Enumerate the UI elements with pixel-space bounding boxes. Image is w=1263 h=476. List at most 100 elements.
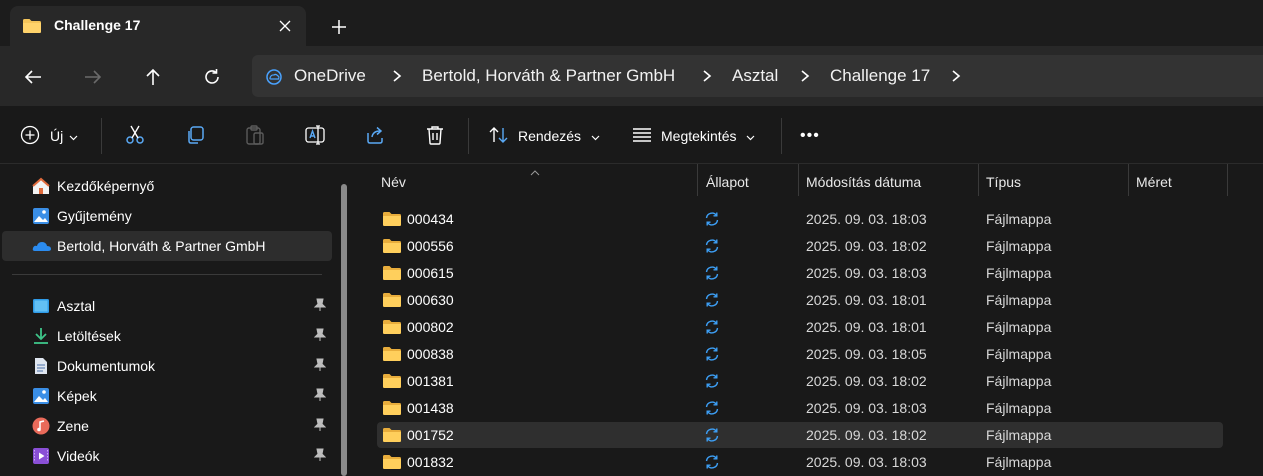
forward-button[interactable] (77, 61, 109, 93)
sort-ascending-icon (530, 163, 540, 179)
file-row[interactable]: 000802 2025. 09. 03. 18:01 Fájlmappa (377, 314, 1223, 340)
sync-pending-icon (704, 319, 720, 338)
column-header-type[interactable]: Típus (979, 164, 1128, 198)
sync-pending-icon (704, 292, 720, 311)
view-label: Megtekintés (661, 128, 737, 144)
breadcrumb-asztal[interactable]: Asztal (732, 66, 778, 86)
toolbar-divider (468, 118, 469, 154)
column-header-name[interactable]: Név (357, 164, 697, 198)
file-name: 000434 (407, 211, 454, 227)
folder-icon (382, 319, 402, 338)
sort-button[interactable]: Rendezés (488, 120, 600, 152)
view-list-icon (631, 126, 653, 147)
desktop-icon (32, 297, 50, 315)
address-bar[interactable]: OneDrive Bertold, Horváth & Partner GmbH… (252, 55, 1263, 97)
file-row[interactable]: 000556 2025. 09. 03. 18:02 Fájlmappa (377, 233, 1223, 259)
column-divider[interactable] (1227, 164, 1228, 196)
close-tab-icon[interactable] (272, 14, 298, 38)
sync-pending-icon (704, 211, 720, 230)
sidebar-item-downloads[interactable]: Letöltések (2, 321, 332, 351)
toolbar-divider (781, 118, 782, 154)
chevron-right-icon[interactable] (798, 67, 812, 85)
sidebar-scrollbar[interactable] (341, 184, 347, 476)
sidebar-item-label: Bertold, Horváth & Partner GmbH (57, 238, 266, 254)
new-tab-button[interactable] (322, 12, 356, 42)
home-icon (32, 177, 50, 195)
pin-icon[interactable] (313, 358, 328, 374)
up-button[interactable] (137, 61, 169, 93)
breadcrumb-onedrive[interactable]: OneDrive (294, 66, 366, 86)
pin-icon[interactable] (313, 388, 328, 404)
file-type: Fájlmappa (986, 346, 1052, 362)
pin-icon[interactable] (313, 298, 328, 314)
copy-button[interactable] (184, 120, 206, 152)
chevron-down-icon (746, 128, 755, 144)
file-name: 001752 (407, 427, 454, 443)
breadcrumb-company[interactable]: Bertold, Horváth & Partner GmbH (422, 66, 675, 86)
file-row[interactable]: 000630 2025. 09. 03. 18:01 Fájlmappa (377, 287, 1223, 313)
column-header-modified[interactable]: Módosítás dátuma (799, 164, 978, 198)
back-button[interactable] (17, 61, 49, 93)
cut-button[interactable] (124, 120, 146, 152)
column-type-label: Típus (986, 174, 1022, 190)
folder-icon (382, 373, 402, 392)
more-options-button[interactable]: ••• (800, 120, 820, 152)
file-type: Fájlmappa (986, 238, 1052, 254)
onedrive-cloud-icon (32, 237, 51, 255)
sync-pending-icon (704, 400, 720, 419)
paste-button[interactable] (244, 120, 266, 152)
file-row[interactable]: 000434 2025. 09. 03. 18:03 Fájlmappa (377, 206, 1223, 232)
tab-title: Challenge 17 (54, 17, 141, 33)
chevron-right-icon[interactable] (390, 67, 404, 85)
sidebar-item-gallery[interactable]: Gyűjtemény (2, 201, 332, 231)
sidebar-item-music[interactable]: Zene (2, 411, 332, 441)
copy-icon (184, 124, 206, 149)
pin-icon[interactable] (313, 448, 328, 464)
file-row[interactable]: 001752 2025. 09. 03. 18:02 Fájlmappa (377, 422, 1223, 448)
file-type: Fájlmappa (986, 265, 1052, 281)
sync-pending-icon (704, 454, 720, 473)
sidebar-item-home[interactable]: Kezdőképernyő (2, 171, 332, 201)
refresh-button[interactable] (196, 61, 228, 93)
breadcrumb-challenge-17[interactable]: Challenge 17 (830, 66, 930, 86)
file-name: 000838 (407, 346, 454, 362)
folder-icon (382, 292, 402, 311)
sidebar-item-videos[interactable]: Videók (2, 441, 332, 471)
file-row[interactable]: 001832 2025. 09. 03. 18:03 Fájlmappa (377, 449, 1223, 475)
file-modified-date: 2025. 09. 03. 18:03 (806, 265, 927, 281)
onedrive-sync-icon (264, 68, 284, 89)
rename-button[interactable] (304, 120, 326, 152)
sync-pending-icon (704, 346, 720, 365)
column-header-size[interactable]: Méret (1129, 164, 1227, 198)
file-type: Fájlmappa (986, 292, 1052, 308)
column-header-status[interactable]: Állapot (698, 164, 798, 198)
chevron-right-icon[interactable] (700, 67, 714, 85)
rename-icon (304, 124, 326, 149)
file-type: Fájlmappa (986, 454, 1052, 470)
view-button[interactable]: Megtekintés (631, 120, 755, 152)
document-icon (32, 357, 50, 375)
pin-icon[interactable] (313, 328, 328, 344)
sidebar-item-desktop[interactable]: Asztal (2, 291, 332, 321)
pin-icon[interactable] (313, 418, 328, 434)
file-row[interactable]: 000615 2025. 09. 03. 18:03 Fájlmappa (377, 260, 1223, 286)
chevron-right-icon[interactable] (949, 67, 963, 85)
delete-button[interactable] (424, 120, 446, 152)
sidebar-item-onedrive[interactable]: Bertold, Horváth & Partner GmbH (2, 231, 332, 261)
tab-challenge-17[interactable]: Challenge 17 (10, 6, 306, 46)
file-name: 001832 (407, 454, 454, 470)
sidebar-item-label: Dokumentumok (57, 358, 156, 374)
file-row[interactable]: 001438 2025. 09. 03. 18:03 Fájlmappa (377, 395, 1223, 421)
plus-circle-icon (20, 125, 40, 148)
file-modified-date: 2025. 09. 03. 18:01 (806, 292, 927, 308)
navigation-pane: Kezdőképernyő Gyűjtemény Bertold, Horvát… (0, 164, 356, 476)
file-type: Fájlmappa (986, 400, 1052, 416)
file-row[interactable]: 000838 2025. 09. 03. 18:05 Fájlmappa (377, 341, 1223, 367)
file-name: 001438 (407, 400, 454, 416)
sidebar-item-documents[interactable]: Dokumentumok (2, 351, 332, 381)
share-button[interactable] (364, 120, 386, 152)
file-row[interactable]: 001381 2025. 09. 03. 18:02 Fájlmappa (377, 368, 1223, 394)
sidebar-item-pictures[interactable]: Képek (2, 381, 332, 411)
new-button[interactable]: Új (20, 120, 78, 152)
file-name: 000630 (407, 292, 454, 308)
